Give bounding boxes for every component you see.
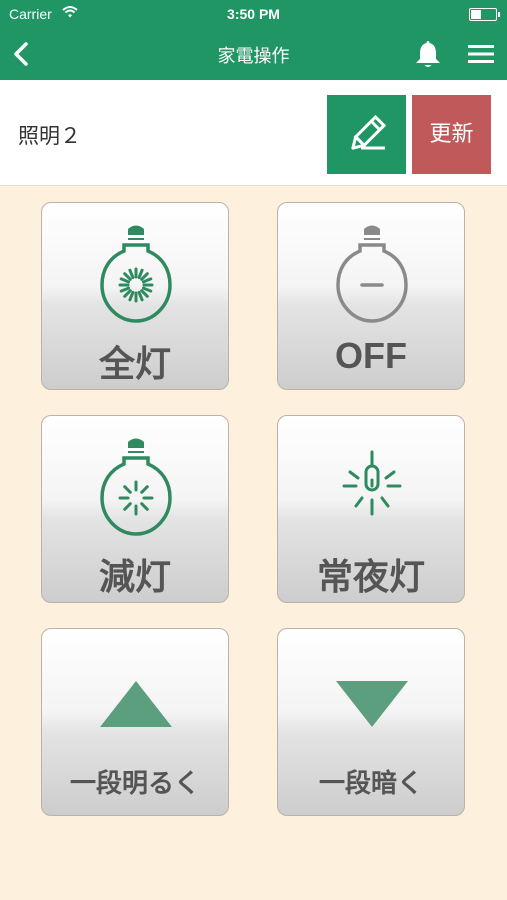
night-light-icon [342, 450, 402, 516]
battery-icon [469, 8, 500, 21]
clock: 3:50 PM [227, 6, 280, 22]
notification-bell-icon[interactable] [412, 38, 444, 70]
menu-icon[interactable] [466, 40, 496, 68]
device-header: 照明２ 更新 [0, 80, 507, 186]
bulb-full-icon [100, 225, 172, 323]
bulb-off-icon [336, 225, 408, 323]
brighter-label: 一段明るく [69, 769, 200, 799]
dim-light-button[interactable]: 減灯 [41, 415, 229, 603]
full-light-button[interactable]: 全灯 [41, 202, 229, 390]
bulb-dim-icon [100, 438, 172, 536]
status-bar: Carrier 3:50 PM [0, 0, 507, 28]
triangle-down-icon [336, 681, 408, 727]
night-light-button[interactable]: 常夜灯 [277, 415, 465, 603]
pencil-icon [351, 114, 387, 150]
device-name: 照明２ [18, 124, 81, 148]
nav-bar: 家電操作 [0, 28, 507, 80]
off-label: OFF [335, 335, 407, 376]
darker-label: 一段暗く [318, 769, 423, 799]
update-button[interactable]: 更新 [412, 95, 491, 174]
edit-button[interactable] [327, 95, 406, 174]
off-button[interactable]: OFF [277, 202, 465, 390]
night-light-label: 常夜灯 [316, 557, 425, 598]
dim-light-label: 減灯 [98, 557, 171, 598]
full-light-label: 全灯 [98, 344, 171, 385]
triangle-up-icon [100, 681, 172, 727]
darker-button[interactable]: 一段暗く [277, 628, 465, 816]
brighter-button[interactable]: 一段明るく [41, 628, 229, 816]
